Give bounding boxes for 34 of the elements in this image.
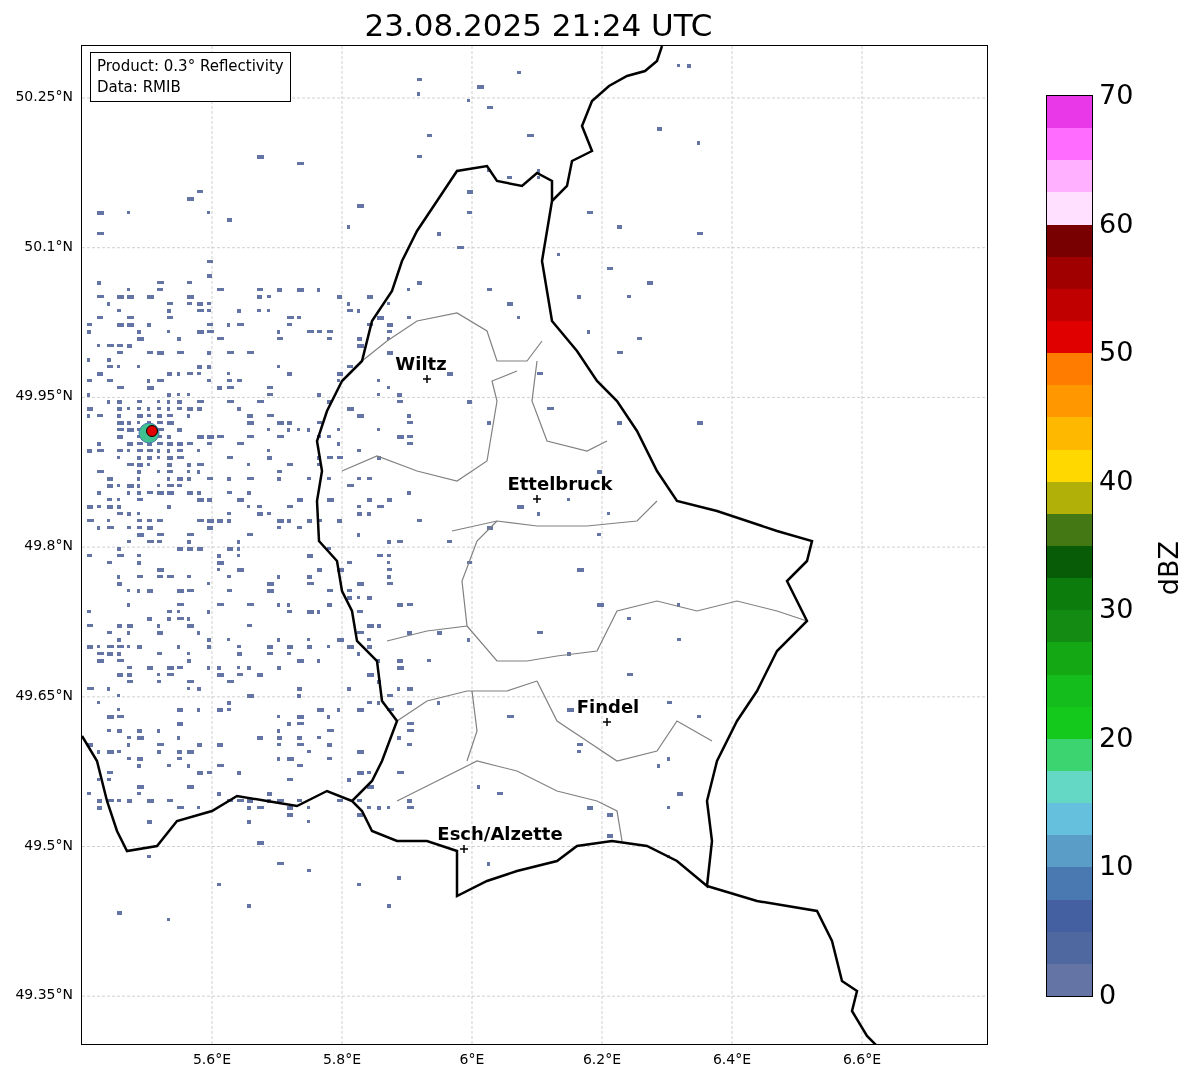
city-label: Ettelbruck: [507, 472, 613, 494]
colorbar-tick-label: 0: [1099, 980, 1117, 1010]
colorbar-tick-label: 50: [1099, 337, 1134, 368]
location-marker-icon: [602, 717, 612, 727]
colorbar-tick-label: 10: [1099, 851, 1134, 882]
latitude-tick-label: 50.25°N: [15, 88, 73, 104]
colorbar-tick-label: 70: [1099, 80, 1134, 110]
location-marker-icon: [532, 494, 542, 504]
colorbar-tick-label: 60: [1099, 208, 1134, 239]
city-label: Findel: [576, 695, 640, 717]
latitude-tick-label: 49.35°N: [15, 986, 73, 1003]
longitude-tick-label: 6.2°E: [582, 1051, 622, 1067]
legend-text: Data: RMIB: [97, 77, 182, 98]
longitude-tick-label: 6°E: [459, 1051, 485, 1067]
chart-title: 23.08.2025 21:24 UTC: [364, 6, 713, 45]
latitude-tick-label: 49.65°N: [15, 686, 73, 703]
longitude-tick-label: 5.6°E: [192, 1051, 232, 1067]
longitude-tick-label: 5.8°E: [322, 1051, 362, 1067]
radar-site-icon: [138, 422, 160, 444]
city-label: Esch/Alzette: [437, 822, 563, 844]
longitude-tick-label: 6.4°E: [712, 1051, 752, 1067]
legend-text: Product: 0.3° Reflectivity: [97, 56, 284, 77]
colorbar-tick-label: 40: [1099, 465, 1134, 496]
latitude-tick-label: 50.1°N: [24, 237, 73, 254]
colorbar-label: dBZ: [1153, 540, 1184, 596]
longitude-tick-label: 6.6°E: [842, 1051, 882, 1067]
latitude-tick-label: 49.5°N: [24, 836, 73, 853]
latitude-tick-label: 49.8°N: [24, 537, 73, 554]
colorbar-tick-label: 30: [1099, 594, 1134, 625]
location-marker-icon: [422, 374, 432, 384]
latitude-tick-label: 49.95°N: [15, 387, 73, 404]
colorbar-tick-label: 20: [1099, 722, 1134, 753]
city-label: Wiltz: [395, 352, 447, 374]
location-marker-icon: [459, 844, 469, 854]
